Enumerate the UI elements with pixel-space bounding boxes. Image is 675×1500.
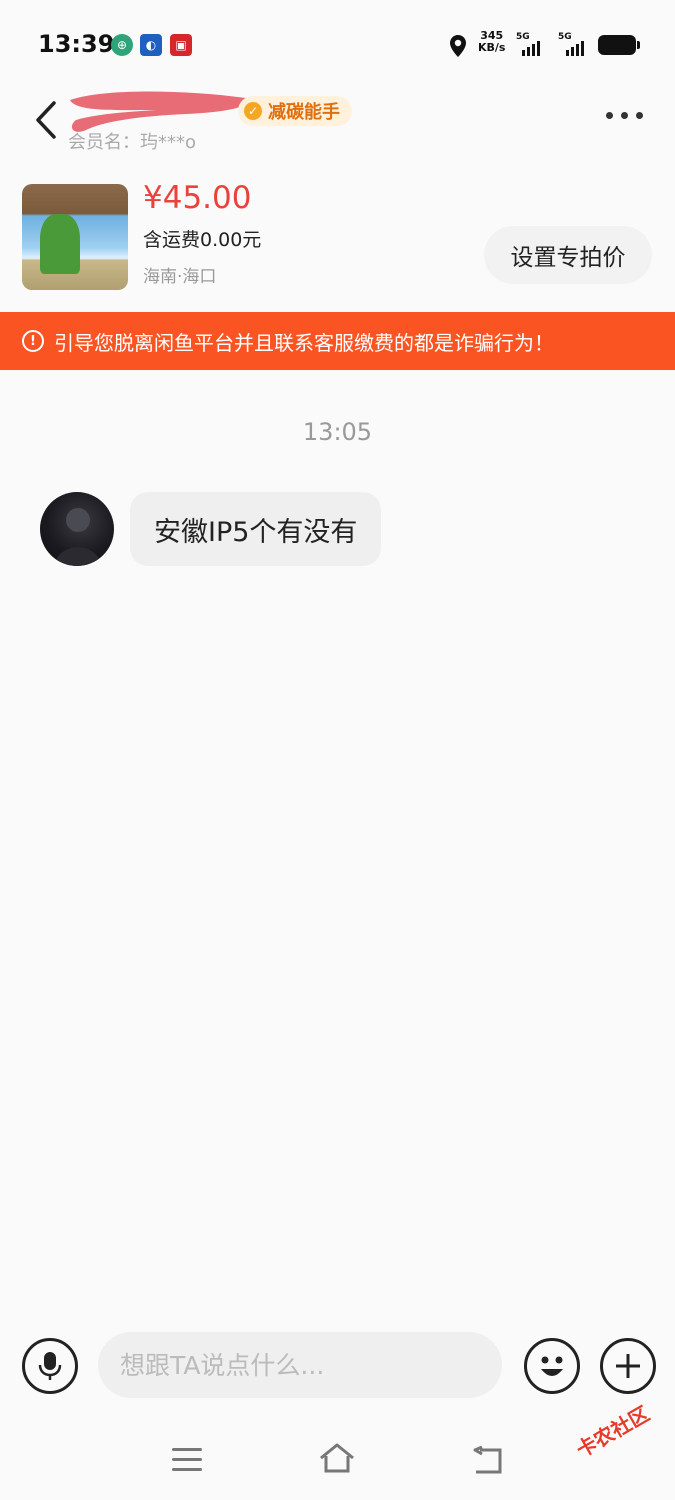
bank-notification-icon: ◐ <box>140 34 162 56</box>
app-notification-icon: ⊕ <box>111 34 133 56</box>
emoji-icon[interactable] <box>524 1338 580 1394</box>
leaf-icon: ✓ <box>244 102 262 120</box>
nav-back-icon[interactable] <box>470 1446 504 1476</box>
shipping-info: 含运费0.00元 <box>143 229 262 251</box>
location-icon <box>450 35 466 57</box>
set-special-price-button[interactable]: 设置专拍价 <box>484 226 652 284</box>
message-input[interactable] <box>98 1332 502 1398</box>
battery-icon <box>598 35 640 55</box>
nav-menu-icon[interactable] <box>172 1448 202 1471</box>
status-time: 13:39 <box>38 30 115 58</box>
network-speed-unit: KB/s <box>478 41 506 54</box>
badge-label: 减碳能手 <box>268 102 340 123</box>
message-bubble[interactable]: 安徽IP5个有没有 <box>130 492 382 566</box>
back-arrow-icon[interactable] <box>34 100 58 140</box>
voice-input-icon[interactable] <box>22 1338 78 1394</box>
add-attachment-icon[interactable] <box>600 1338 656 1394</box>
warning-icon: ! <box>22 330 44 352</box>
nav-home-icon[interactable] <box>318 1442 356 1474</box>
low-carbon-badge: ✓ 减碳能手 <box>238 96 352 126</box>
product-location: 海南·海口 <box>143 267 217 287</box>
product-thumbnail[interactable] <box>22 184 128 290</box>
sim1-signal-icon <box>522 38 540 56</box>
warning-text: 引导您脱离闲鱼平台并且联系客服缴费的都是诈骗行为！ <box>54 330 554 355</box>
product-price: ¥45.00 <box>143 180 252 216</box>
avatar[interactable] <box>40 492 114 566</box>
chat-timestamp: 13:05 <box>302 418 373 446</box>
bank2-notification-icon: ▣ <box>170 34 192 56</box>
watermark-logo: 卡农社区 <box>572 1401 654 1463</box>
more-options-icon[interactable] <box>606 112 643 119</box>
sim2-signal-icon <box>566 38 584 56</box>
fraud-warning-banner: ! 引导您脱离闲鱼平台并且联系客服缴费的都是诈骗行为！ <box>0 312 675 370</box>
member-name: 会员名：玙***o <box>68 132 197 153</box>
network-speed: 345 KB/s <box>478 30 505 54</box>
